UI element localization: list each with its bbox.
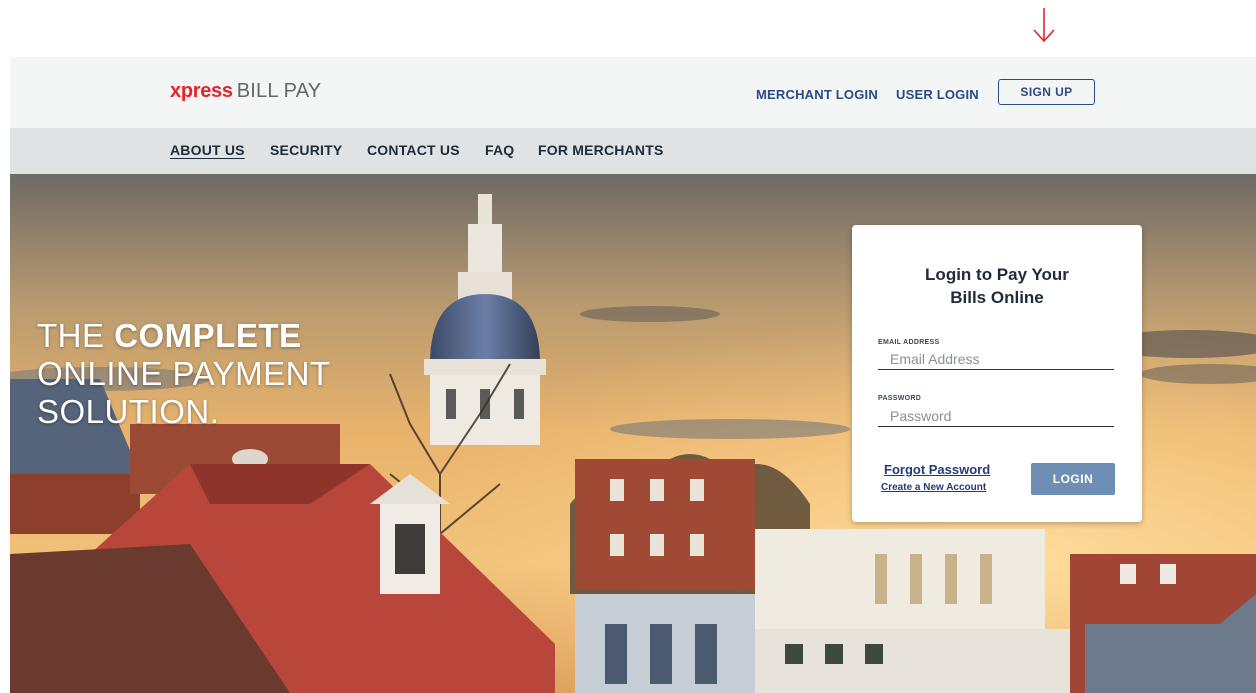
tagline-line-2: ONLINE PAYMENT [37,355,331,392]
login-button[interactable]: LOGIN [1031,463,1115,495]
create-account-link[interactable]: Create a New Account [881,482,986,493]
browser-page: xpress BILL PAY MERCHANT LOGIN USER LOGIN… [10,57,1256,693]
user-login-link[interactable]: USER LOGIN [896,87,979,102]
hero-tagline: THE COMPLETE ONLINE PAYMENT SOLUTION. [37,317,331,431]
tagline-line-1: THE COMPLETE [37,317,331,355]
logo-text: BILL PAY [236,80,322,102]
sign-up-button[interactable]: SIGN UP [998,79,1095,105]
nav-faq[interactable]: FAQ [485,142,514,158]
password-label: PASSWORD [878,395,922,402]
tagline-prefix: THE [37,317,105,354]
tagline-strong: COMPLETE [114,317,302,354]
merchant-login-link[interactable]: MERCHANT LOGIN [756,87,878,102]
forgot-password-link[interactable]: Forgot Password [884,462,990,477]
hero-banner: THE COMPLETE ONLINE PAYMENT SOLUTION. Lo… [10,174,1256,693]
nav-contact-us[interactable]: CONTACT US [367,142,460,158]
nav-about-us[interactable]: ABOUT US [170,142,245,158]
main-nav: ABOUT US SECURITY CONTACT US FAQ FOR MER… [10,128,1256,174]
login-title-line-1: Login to Pay Your [925,265,1069,284]
login-title: Login to Pay Your Bills Online [852,263,1142,309]
tagline-line-3: SOLUTION. [37,393,220,430]
email-field[interactable] [878,348,1114,370]
logo[interactable]: xpress BILL PAY [170,80,321,103]
password-field[interactable] [878,405,1114,427]
nav-for-merchants[interactable]: FOR MERCHANTS [538,142,663,158]
login-card: Login to Pay Your Bills Online EMAIL ADD… [852,225,1142,522]
email-label: EMAIL ADDRESS [878,339,940,346]
top-header: xpress BILL PAY MERCHANT LOGIN USER LOGIN… [10,57,1256,128]
nav-security[interactable]: SECURITY [270,142,342,158]
logo-brand: xpress [170,80,233,102]
login-title-line-2: Bills Online [950,288,1044,307]
arrow-down-icon [1033,8,1055,43]
